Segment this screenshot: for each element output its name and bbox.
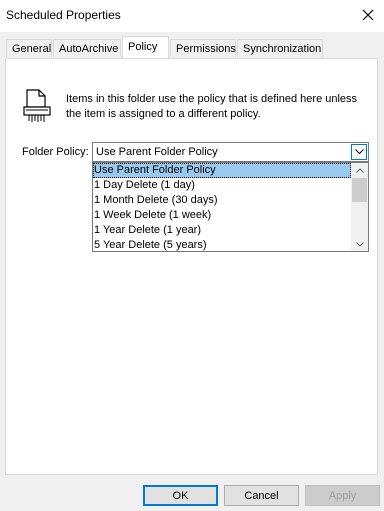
dropdown-option[interactable]: 5 Year Delete (5 years) [93, 238, 351, 253]
dropdown-option[interactable]: Use Parent Folder Policy [93, 163, 351, 178]
folder-policy-label: Folder Policy: [22, 146, 89, 158]
scroll-up-button[interactable] [351, 163, 368, 177]
folder-policy-select[interactable]: Use Parent Folder Policy [92, 142, 369, 162]
chevron-down-icon [355, 241, 364, 247]
dropdown-option[interactable]: 1 Month Delete (30 days) [93, 193, 351, 208]
scroll-thumb[interactable] [352, 178, 367, 202]
tab-synchronization[interactable]: Synchronization [237, 39, 323, 57]
tab-autoarchive[interactable]: AutoArchive [53, 39, 121, 57]
chevron-up-icon [355, 167, 364, 173]
tab-policy[interactable]: Policy [122, 36, 169, 58]
folder-policy-dropdown-button[interactable] [351, 144, 367, 160]
window-title: Scheduled Properties [6, 8, 121, 22]
policy-description: Items in this folder use the policy that… [66, 93, 358, 120]
dropdown-scrollbar[interactable] [351, 163, 368, 251]
scroll-down-button[interactable] [351, 237, 368, 251]
tab-general[interactable]: General [6, 39, 52, 57]
ok-button[interactable]: OK [143, 485, 218, 506]
dropdown-option[interactable]: 1 Day Delete (1 day) [93, 178, 351, 193]
apply-button[interactable]: Apply [305, 485, 380, 506]
chevron-down-icon [354, 149, 364, 155]
document-shredder-icon [22, 88, 52, 124]
close-button[interactable] [352, 0, 384, 30]
dropdown-option[interactable]: 1 Year Delete (1 year) [93, 223, 351, 238]
tab-strip: General AutoArchive Policy Permissions S… [6, 36, 378, 58]
close-icon [362, 9, 374, 21]
cancel-button[interactable]: Cancel [224, 485, 299, 506]
title-bar: Scheduled Properties [0, 0, 384, 32]
folder-policy-selected-value: Use Parent Folder Policy [96, 146, 218, 158]
folder-policy-dropdown-list[interactable]: Use Parent Folder Policy 1 Day Delete (1… [92, 162, 369, 252]
tab-permissions[interactable]: Permissions [170, 39, 236, 57]
dropdown-option[interactable]: 1 Week Delete (1 week) [93, 208, 351, 223]
